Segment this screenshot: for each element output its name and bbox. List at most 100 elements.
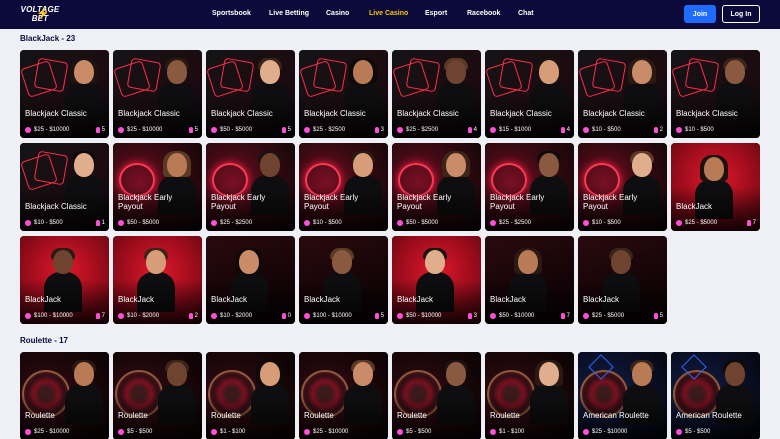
bet-limit-text: $10 - $500 bbox=[313, 220, 342, 226]
person-icon bbox=[188, 127, 193, 133]
nav-item-esport[interactable]: Esport bbox=[425, 10, 447, 17]
game-title: Blackjack Early Payout bbox=[397, 193, 452, 211]
game-card[interactable]: Roulette $1 - $100 bbox=[485, 352, 574, 439]
game-card[interactable]: Roulette $1 - $100 bbox=[206, 352, 295, 439]
game-card[interactable]: Blackjack Early Payout $25 - $2500 bbox=[485, 143, 574, 231]
game-title: Blackjack Early Payout bbox=[490, 193, 545, 211]
bet-limit-text: $5 - $500 bbox=[127, 429, 153, 435]
game-card[interactable]: American Roulette $25 - $10000 bbox=[578, 352, 667, 439]
bet-limit: $10 - $500 bbox=[25, 220, 63, 226]
game-card[interactable]: Blackjack Early Payout $10 - $500 bbox=[578, 143, 667, 231]
person-icon bbox=[653, 313, 658, 319]
game-title: Blackjack Classic bbox=[118, 109, 180, 118]
game-card[interactable]: Blackjack Classic $25 - $2500 3 bbox=[299, 50, 388, 138]
game-card[interactable]: BlackJack $25 - $5000 5 bbox=[578, 236, 667, 324]
chip-icon bbox=[490, 127, 496, 133]
bet-limit-text: $50 - $10000 bbox=[406, 313, 442, 319]
player-count: 5 bbox=[374, 313, 384, 319]
player-count: 7 bbox=[95, 313, 105, 319]
player-count-text: 7 bbox=[101, 313, 105, 319]
game-card[interactable]: Blackjack Classic $50 - $5000 5 bbox=[206, 50, 295, 138]
chip-icon bbox=[25, 313, 31, 319]
ace-card-icon bbox=[591, 57, 627, 93]
player-count-text: 2 bbox=[659, 127, 663, 133]
section-title: Roulette - 17 bbox=[20, 336, 69, 345]
chip-icon bbox=[583, 429, 589, 435]
game-card[interactable]: Blackjack Classic $25 - $10000 5 bbox=[20, 50, 109, 138]
game-card[interactable]: Blackjack Classic $15 - $1000 4 bbox=[485, 50, 574, 138]
game-title: BlackJack bbox=[118, 295, 155, 304]
lightning-icon: ⚡ bbox=[36, 8, 50, 20]
person-icon bbox=[281, 127, 286, 133]
game-card[interactable]: Blackjack Classic $10 - $500 1 bbox=[20, 143, 109, 231]
game-card[interactable]: Roulette $25 - $10000 bbox=[299, 352, 388, 439]
game-card[interactable]: Blackjack Classic $25 - $10000 5 bbox=[113, 50, 202, 138]
game-card[interactable]: Blackjack Early Payout $10 - $500 bbox=[299, 143, 388, 231]
game-title: Blackjack Classic bbox=[25, 109, 87, 118]
game-card[interactable]: Roulette $25 - $10000 bbox=[20, 352, 109, 439]
game-title: Roulette bbox=[490, 411, 520, 420]
person-icon bbox=[560, 127, 565, 133]
game-card[interactable]: Blackjack Classic $10 - $500 bbox=[671, 50, 760, 138]
game-card[interactable]: BlackJack $100 - $10000 7 bbox=[20, 236, 109, 324]
game-card[interactable]: Blackjack Classic $10 - $500 2 bbox=[578, 50, 667, 138]
bet-limit: $10 - $500 bbox=[304, 220, 342, 226]
nav-item-casino[interactable]: Casino bbox=[326, 10, 349, 17]
game-card[interactable]: Blackjack Early Payout $50 - $5000 bbox=[392, 143, 481, 231]
nav-item-chat[interactable]: Chat bbox=[518, 10, 534, 17]
bet-limit: $25 - $10000 bbox=[25, 429, 69, 435]
game-card[interactable]: BlackJack $100 - $10000 5 bbox=[299, 236, 388, 324]
nav-item-racebook[interactable]: Racebook bbox=[467, 10, 500, 17]
game-title: Blackjack Classic bbox=[490, 109, 552, 118]
bet-limit-text: $5 - $500 bbox=[406, 429, 432, 435]
ace-card-icon bbox=[219, 57, 255, 93]
nav-item-sportsbook[interactable]: Sportsbook bbox=[212, 10, 251, 17]
ace-card-icon bbox=[498, 57, 534, 93]
player-count-text: 5 bbox=[194, 127, 198, 133]
player-count: 5 bbox=[95, 127, 105, 133]
join-button[interactable]: Join bbox=[684, 5, 716, 23]
game-card[interactable]: Roulette $5 - $500 bbox=[113, 352, 202, 439]
game-card[interactable]: American Roulette $5 - $500 bbox=[671, 352, 760, 439]
bet-limit: $5 - $500 bbox=[676, 429, 710, 435]
ace-card-icon bbox=[33, 57, 69, 93]
game-card[interactable]: BlackJack $10 - $2000 0 bbox=[206, 236, 295, 324]
ace-card-icon bbox=[33, 150, 69, 186]
bet-limit-text: $10 - $500 bbox=[685, 127, 714, 133]
bet-limit-text: $1 - $100 bbox=[499, 429, 525, 435]
chip-icon bbox=[583, 220, 589, 226]
game-card[interactable]: Roulette $5 - $500 bbox=[392, 352, 481, 439]
game-card[interactable]: BlackJack $25 - $5000 7 bbox=[671, 143, 760, 231]
chip-icon bbox=[397, 220, 403, 226]
chip-icon bbox=[211, 429, 217, 435]
person-icon bbox=[95, 220, 100, 226]
chip-icon bbox=[118, 127, 124, 133]
game-card[interactable]: BlackJack $50 - $10000 3 bbox=[392, 236, 481, 324]
game-title: BlackJack bbox=[490, 295, 527, 304]
game-card[interactable]: Blackjack Classic $25 - $2500 4 bbox=[392, 50, 481, 138]
bet-limit: $25 - $5000 bbox=[676, 220, 717, 226]
game-title: Blackjack Classic bbox=[397, 109, 459, 118]
voltage-bet-logo[interactable]: VOLTAGE BET ⚡ bbox=[20, 5, 60, 25]
bet-limit-text: $50 - $5000 bbox=[220, 127, 253, 133]
person-icon bbox=[560, 313, 565, 319]
player-count-text: 5 bbox=[101, 127, 105, 133]
game-title: Blackjack Early Payout bbox=[304, 193, 359, 211]
nav-item-live-casino[interactable]: Live Casino bbox=[369, 10, 408, 17]
game-card[interactable]: BlackJack $10 - $2000 2 bbox=[113, 236, 202, 324]
game-card[interactable]: Blackjack Early Payout $50 - $5000 bbox=[113, 143, 202, 231]
bet-limit: $25 - $10000 bbox=[118, 127, 162, 133]
game-title: Roulette bbox=[397, 411, 427, 420]
player-count: 3 bbox=[374, 127, 384, 133]
game-card[interactable]: Blackjack Early Payout $25 - $2500 bbox=[206, 143, 295, 231]
game-card[interactable]: BlackJack $50 - $10000 7 bbox=[485, 236, 574, 324]
player-count-text: 0 bbox=[287, 313, 291, 319]
player-count-text: 7 bbox=[752, 220, 756, 226]
chip-icon bbox=[490, 313, 496, 319]
bet-limit: $1 - $100 bbox=[490, 429, 524, 435]
bet-limit: $25 - $2500 bbox=[397, 127, 438, 133]
person-icon bbox=[281, 313, 286, 319]
login-button[interactable]: Log In bbox=[722, 5, 760, 23]
nav-item-live-betting[interactable]: Live Betting bbox=[269, 10, 309, 17]
chip-icon bbox=[490, 220, 496, 226]
